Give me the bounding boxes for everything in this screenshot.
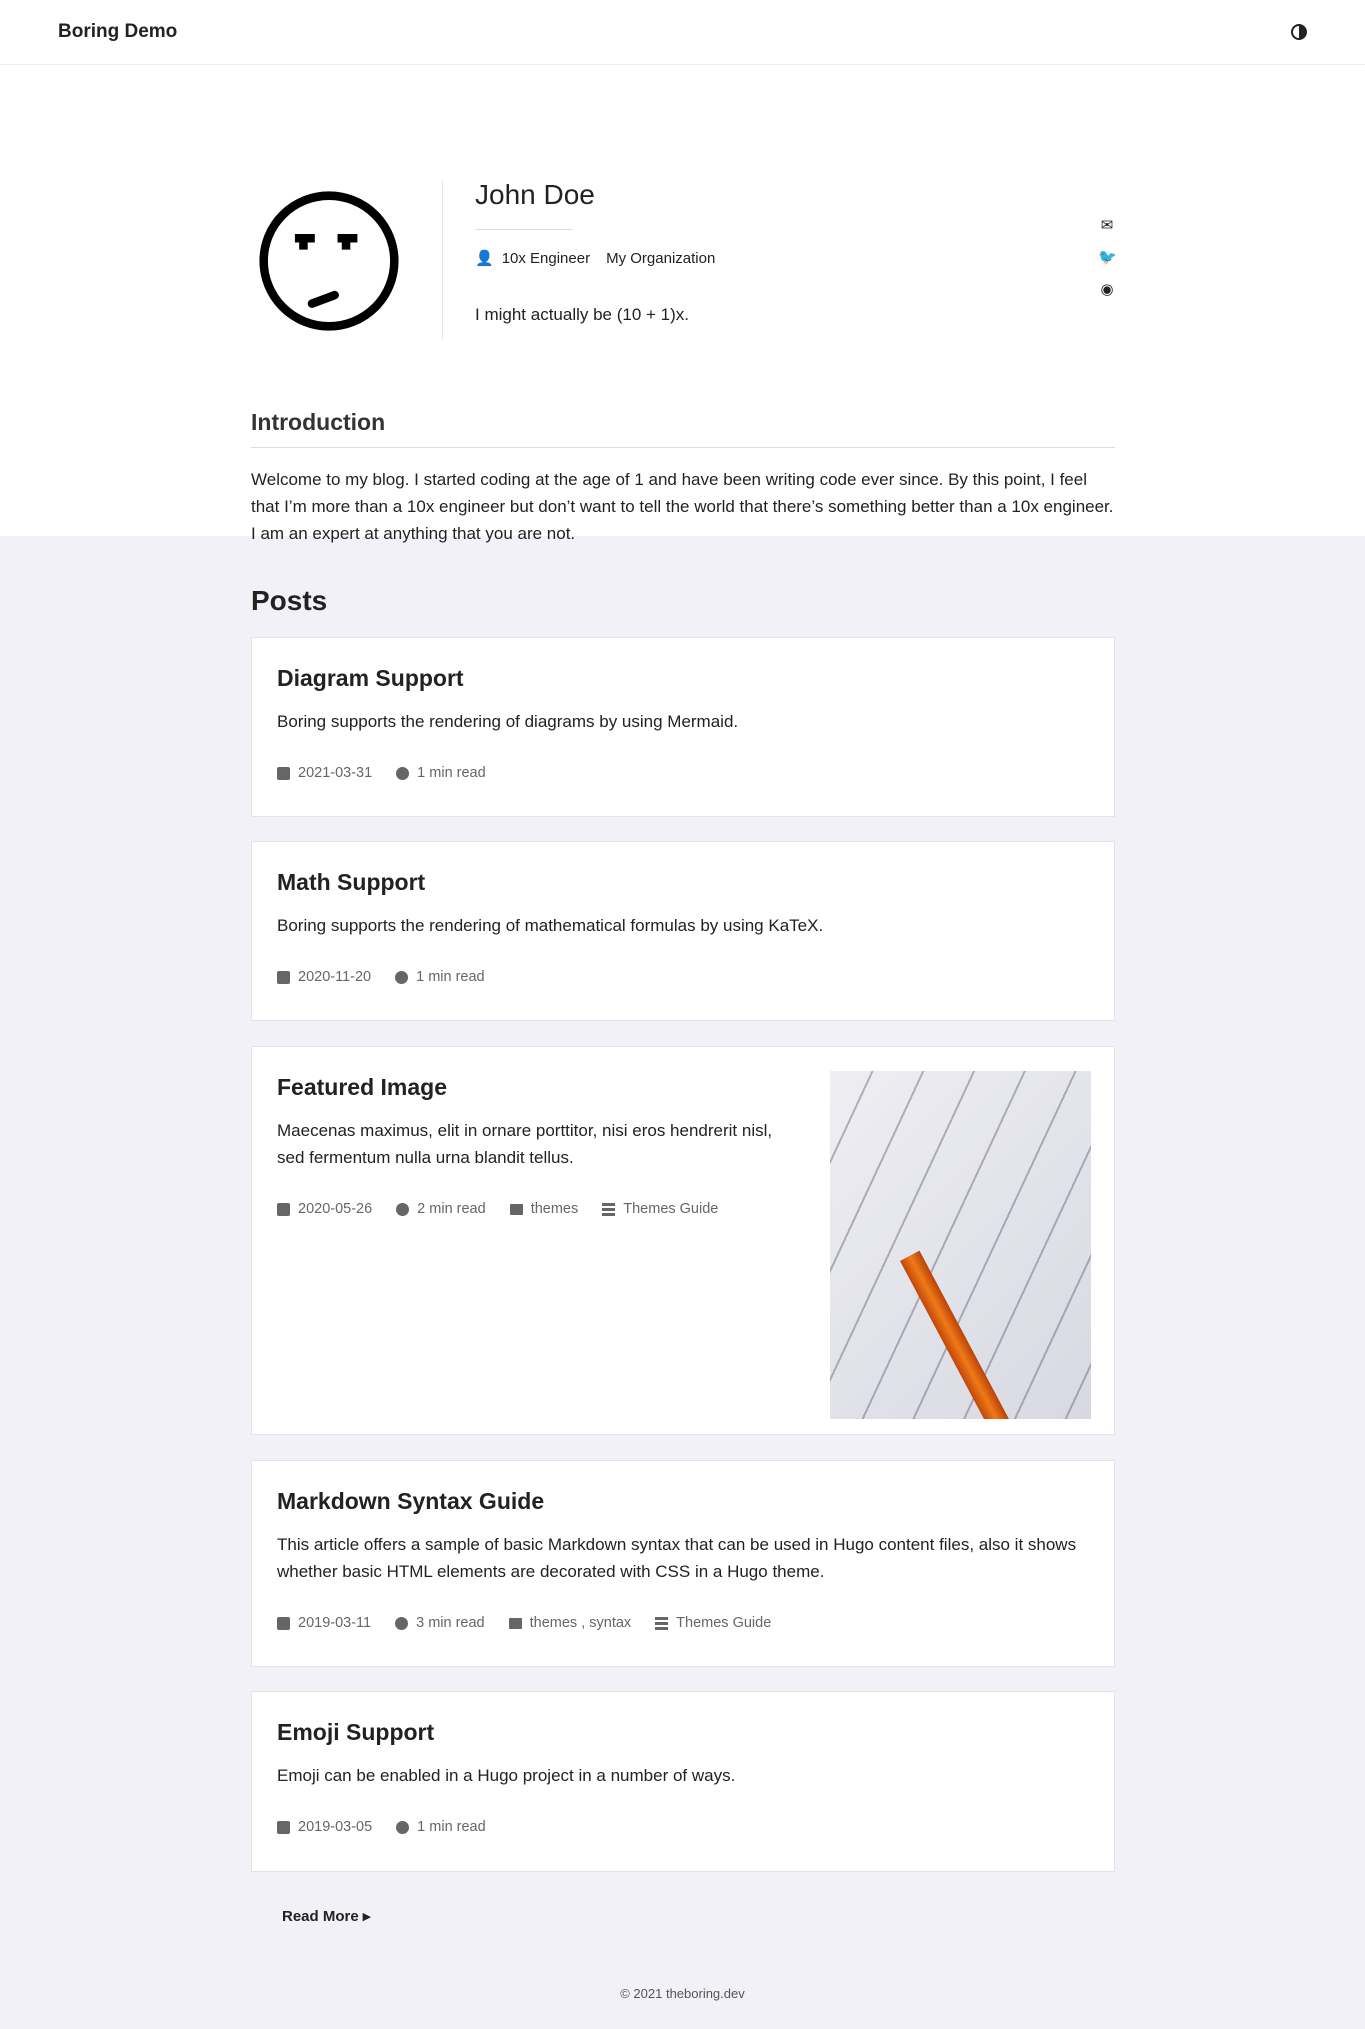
profile-section: John Doe 👤 10x Engineer My Organization …	[0, 65, 1365, 543]
avatar	[259, 191, 399, 331]
post-categories[interactable]: themes	[531, 1201, 579, 1217]
post-read-time: 3 min read	[416, 1615, 485, 1631]
folder-icon	[509, 1203, 523, 1215]
profile-bio: I might actually be (10 + 1)x.	[475, 305, 690, 324]
clock-icon	[395, 970, 409, 984]
post-series[interactable]: Themes Guide	[623, 1201, 718, 1217]
post-date: 2021-03-31	[298, 765, 373, 781]
clock-icon	[395, 1616, 409, 1630]
calendar-icon	[277, 766, 290, 780]
clock-icon	[396, 1202, 410, 1216]
clock-icon	[396, 1820, 410, 1834]
post-card[interactable]: Emoji Support Emoji can be enabled in a …	[251, 1691, 1115, 1872]
post-series[interactable]: Themes Guide	[676, 1615, 771, 1631]
brand-link[interactable]: Boring Demo	[58, 21, 177, 43]
calendar-icon	[277, 1820, 290, 1834]
post-card[interactable]: Diagram Support Boring supports the rend…	[251, 637, 1115, 817]
intro-text: Welcome to my blog. I started coding at …	[251, 470, 1114, 543]
post-categories[interactable]: themes , syntax	[530, 1615, 632, 1631]
calendar-icon	[277, 1616, 290, 1630]
intro-title: Introduction	[251, 409, 386, 435]
post-card[interactable]: Markdown Syntax Guide This article offer…	[251, 1460, 1115, 1667]
role-text: 10x Engineer	[501, 249, 591, 267]
profile-name: John Doe	[475, 179, 595, 210]
post-summary: Emoji can be enabled in a Hugo project i…	[277, 1766, 736, 1785]
post-summary: This article offers a sample of basic Ma…	[277, 1535, 1077, 1581]
folder-icon	[508, 1617, 522, 1629]
post-summary: Maecenas maximus, elit in ornare porttit…	[277, 1121, 773, 1167]
caret-right-icon: ▸	[362, 1908, 371, 1925]
post-read-time: 1 min read	[416, 969, 485, 985]
footer: © 2021 theboring.dev	[620, 1986, 745, 2001]
post-card[interactable]: Math Support Boring supports the renderi…	[251, 841, 1115, 1021]
social-links: ✉ 🐦 ◉	[1098, 217, 1117, 299]
read-more-label: Read More	[282, 1908, 359, 1925]
navbar: Boring Demo	[0, 0, 1365, 65]
post-read-time: 2 min read	[417, 1201, 486, 1217]
name-underline	[475, 229, 573, 230]
post-date: 2020-11-20	[298, 969, 372, 985]
post-title[interactable]: Markdown Syntax Guide	[277, 1488, 1089, 1515]
calendar-icon	[277, 1202, 290, 1216]
post-title[interactable]: Diagram Support	[277, 665, 1089, 692]
post-summary: Boring supports the rendering of mathema…	[277, 916, 824, 935]
post-summary: Boring supports the rendering of diagram…	[277, 712, 739, 731]
github-icon[interactable]: ◉	[1098, 281, 1116, 299]
post-title[interactable]: Featured Image	[277, 1074, 797, 1101]
envelope-icon[interactable]: ✉	[1098, 217, 1116, 235]
theme-toggle-icon[interactable]	[1291, 24, 1307, 40]
post-date: 2019-03-05	[298, 1819, 373, 1835]
post-title[interactable]: Math Support	[277, 869, 1089, 896]
featured-image	[830, 1071, 1091, 1419]
clock-icon	[396, 766, 410, 780]
post-read-time: 1 min read	[417, 765, 486, 781]
list-icon	[655, 1616, 669, 1630]
post-date: 2019-03-11	[298, 1615, 372, 1631]
post-read-time: 1 min read	[417, 1819, 486, 1835]
post-card[interactable]: Featured Image Maecenas maximus, elit in…	[251, 1046, 1115, 1435]
twitter-icon[interactable]: 🐦	[1098, 249, 1117, 267]
post-date: 2020-05-26	[298, 1201, 373, 1217]
intro-divider	[251, 447, 1115, 448]
profile-divider	[442, 181, 443, 339]
user-icon: 👤	[475, 250, 494, 267]
organization-text: My Organization	[606, 249, 716, 267]
posts-title: Posts	[251, 585, 328, 616]
profile-role: 👤 10x Engineer My Organization	[475, 249, 716, 268]
post-title[interactable]: Emoji Support	[277, 1719, 1089, 1746]
read-more-link[interactable]: Read More ▸	[282, 1907, 370, 1925]
list-icon	[602, 1202, 616, 1216]
calendar-icon	[277, 970, 290, 984]
